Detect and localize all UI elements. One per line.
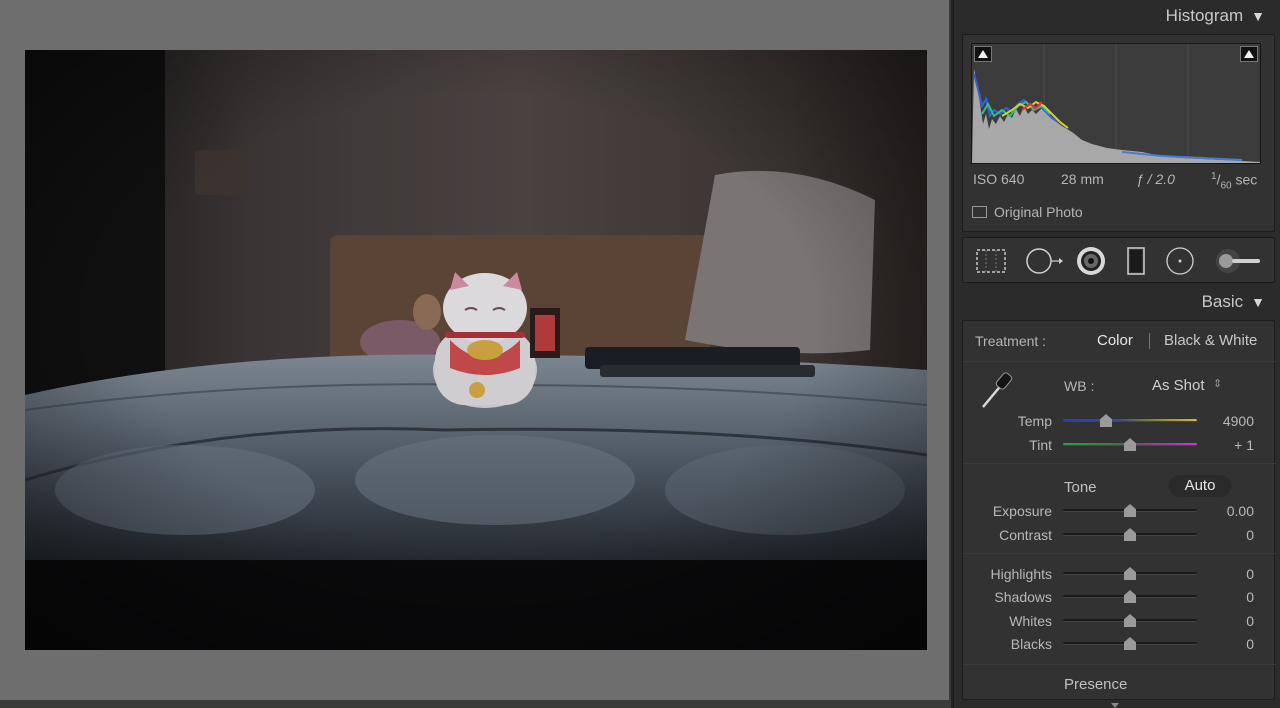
exposure-slider-thumb[interactable] (1124, 504, 1136, 517)
highlights-slider[interactable] (1063, 567, 1197, 581)
temp-slider[interactable] (1063, 414, 1197, 428)
tone-label: Tone (1064, 479, 1097, 496)
exif-focal-length: 28 mm (1061, 171, 1104, 187)
shadow-clipping-toggle[interactable] (974, 46, 992, 62)
original-photo-label: Original Photo (994, 204, 1083, 220)
triangle-up-icon (978, 50, 988, 58)
adjustment-brush-icon[interactable] (1213, 241, 1265, 281)
whites-value[interactable]: 0 (1194, 613, 1254, 629)
photo-image (25, 50, 927, 650)
original-photo-checkbox[interactable] (972, 206, 987, 218)
tint-slider-thumb[interactable] (1124, 438, 1136, 451)
image-canvas[interactable] (0, 0, 951, 700)
filmstrip-edge (0, 700, 951, 708)
highlights-label: Highlights (990, 566, 1052, 582)
blacks-label: Blacks (1010, 636, 1052, 652)
temp-label: Temp (1017, 413, 1052, 429)
basic-panel: Treatment : Color Black & White WB : As … (962, 320, 1276, 700)
presence-label: Presence (1064, 676, 1128, 693)
auto-tone-button[interactable]: Auto (1169, 475, 1231, 497)
tint-label: Tint (1029, 437, 1052, 453)
histogram-graph[interactable] (971, 43, 1261, 164)
triangle-up-icon (1244, 50, 1254, 58)
shadows-label: Shadows (994, 589, 1052, 605)
whites-slider[interactable] (1063, 614, 1197, 628)
divider (963, 463, 1276, 464)
tool-strip (962, 237, 1275, 283)
blacks-slider[interactable] (1063, 637, 1197, 651)
divider (963, 664, 1276, 665)
collapse-triangle-icon[interactable]: ▼ (1251, 8, 1265, 24)
highlights-value[interactable]: 0 (1194, 566, 1254, 582)
shadows-value[interactable]: 0 (1194, 589, 1254, 605)
shutter-denominator: 60 (1220, 180, 1232, 192)
shutter-unit: sec (1235, 171, 1258, 188)
treatment-color-option[interactable]: Color (1097, 332, 1133, 349)
basic-title: Basic (1201, 292, 1244, 311)
divider (963, 553, 1276, 554)
treatment-separator (1149, 333, 1150, 349)
tint-value[interactable]: + 1 (1194, 437, 1254, 453)
exposure-value[interactable]: 0.00 (1194, 503, 1254, 519)
graduated-filter-icon[interactable] (1116, 241, 1156, 281)
crop-overlay-icon[interactable] (971, 241, 1011, 281)
scroll-down-icon[interactable] (1111, 703, 1119, 708)
divider (963, 361, 1276, 362)
temp-value[interactable]: 4900 (1194, 413, 1254, 429)
blacks-value[interactable]: 0 (1194, 636, 1254, 652)
whites-slider-thumb[interactable] (1124, 614, 1136, 627)
exif-shutter: 1/60 sec (1211, 171, 1258, 192)
contrast-label: Contrast (999, 527, 1052, 543)
histogram-title: Histogram (1165, 6, 1244, 25)
exif-iso: ISO 640 (973, 171, 1025, 187)
highlights-slider-thumb[interactable] (1124, 567, 1136, 580)
spot-removal-icon[interactable] (1023, 241, 1063, 281)
exposure-slider[interactable] (1063, 504, 1197, 518)
histogram-chart (972, 44, 1260, 163)
white-balance-eyedropper-icon[interactable] (975, 369, 1019, 411)
dropdown-arrows-icon[interactable]: ⇕ (1213, 377, 1222, 390)
treatment-bw-option[interactable]: Black & White (1164, 332, 1257, 349)
temp-slider-thumb[interactable] (1100, 414, 1112, 427)
histogram-panel: ISO 640 28 mm ƒ / 2.0 1/60 sec Original … (962, 34, 1275, 232)
highlight-clipping-toggle[interactable] (1240, 46, 1258, 62)
red-eye-icon[interactable] (1071, 241, 1111, 281)
blacks-slider-thumb[interactable] (1124, 637, 1136, 650)
collapse-triangle-icon[interactable]: ▼ (1251, 294, 1265, 310)
shadows-slider-thumb[interactable] (1124, 590, 1136, 603)
shutter-numerator: 1 (1211, 171, 1217, 182)
contrast-value[interactable]: 0 (1194, 527, 1254, 543)
wb-label: WB : (1064, 378, 1095, 394)
photo-preview[interactable] (25, 50, 927, 650)
exposure-label: Exposure (992, 503, 1052, 519)
contrast-slider[interactable] (1063, 528, 1197, 542)
exif-aperture: ƒ / 2.0 (1136, 171, 1175, 187)
right-panel: Histogram ▼ ISO 640 28 mm ƒ / 2.0 1/60 s… (953, 0, 1280, 708)
temp-slider-track (1063, 419, 1197, 422)
radial-filter-icon[interactable] (1160, 241, 1200, 281)
wb-dropdown[interactable]: As Shot (1152, 377, 1205, 394)
whites-label: Whites (1009, 613, 1052, 629)
contrast-slider-thumb[interactable] (1124, 528, 1136, 541)
tint-slider[interactable] (1063, 438, 1197, 452)
shadows-slider[interactable] (1063, 590, 1197, 604)
treatment-label: Treatment : (975, 333, 1047, 349)
